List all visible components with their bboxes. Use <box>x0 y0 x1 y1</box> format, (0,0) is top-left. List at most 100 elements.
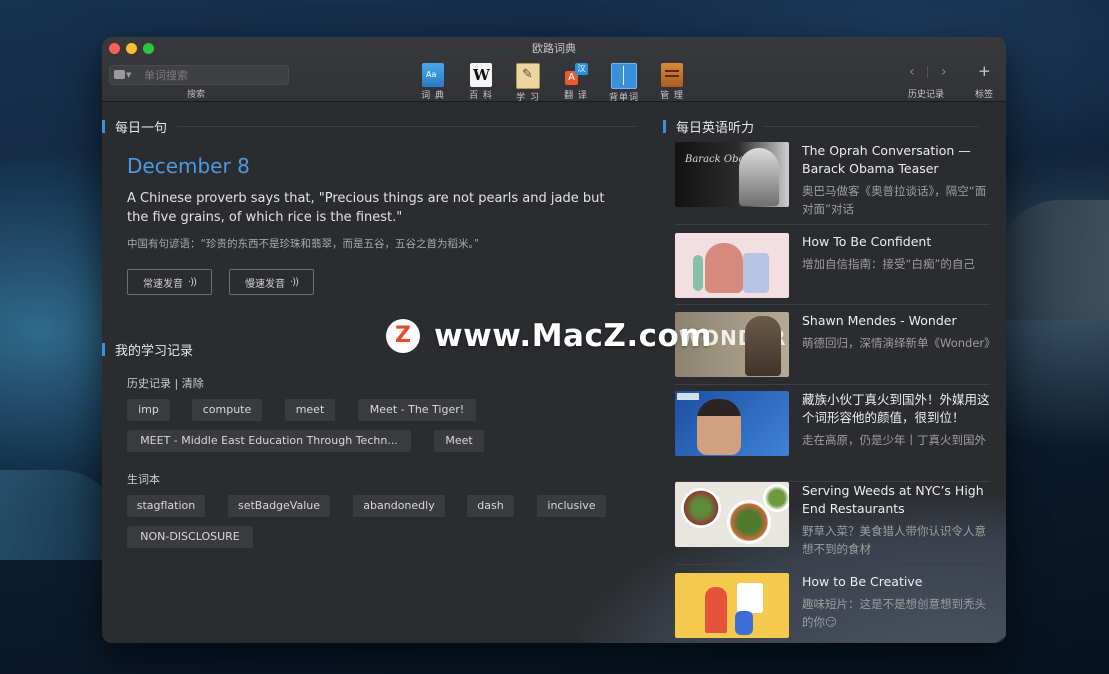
listening-subtitle: 奥巴马做客《奥普拉谈话》，隔空“面对面”对话 <box>802 184 987 216</box>
search-mode-dropdown[interactable]: ▼ <box>114 69 134 80</box>
portrait <box>697 399 741 455</box>
listening-title: How To Be Confident <box>802 234 932 249</box>
divider <box>675 304 990 305</box>
wikipedia-icon <box>470 63 492 87</box>
divider <box>675 384 990 385</box>
vocab-chip[interactable]: NON-DISCLOSURE <box>127 526 253 548</box>
section-title: 每日英语听力 <box>676 121 755 136</box>
listening-item[interactable]: WONDER Shawn Mendes - Wonder 萌德回归，深情演绎新单… <box>675 312 996 392</box>
translate-icon: A汉 <box>565 63 588 87</box>
watermark-text: www.MacZ.com <box>434 318 713 354</box>
site-watermark: Z www.MacZ.com <box>386 318 712 354</box>
history-chip[interactable]: Meet - The Tiger! <box>358 399 476 421</box>
listening-subtitle: 野草入菜？美食猎人带你认识令人意想不到的食材 <box>802 524 986 556</box>
daily-date: December 8 <box>127 154 250 178</box>
tool-dictionary[interactable]: 词 典 <box>415 63 451 101</box>
section-marker <box>102 120 105 133</box>
section-title: 每日一句 <box>115 121 168 136</box>
tool-wikipedia[interactable]: 百 科 <box>463 63 499 101</box>
vocabulary-icon <box>611 63 637 89</box>
tool-label: 翻 译 <box>564 91 588 101</box>
listening-title: The Oprah Conversation — Barack Obama Te… <box>802 143 971 176</box>
sound-icon: ·)) <box>188 276 197 288</box>
tool-label: 百 科 <box>469 91 493 101</box>
vocab-chip[interactable]: stagflation <box>127 495 205 517</box>
vocab-chip[interactable]: abandonedly <box>353 495 445 517</box>
add-tag-button[interactable]: + <box>978 62 991 80</box>
toolbar: 欧路词典 ▼ 搜索 词 典 百 科 学 习 A汉 翻 译 背单词 <box>102 37 1006 103</box>
tool-study[interactable]: 学 习 <box>510 63 546 103</box>
search-input[interactable] <box>144 66 284 84</box>
button-label: 常速发音 <box>143 278 183 290</box>
listening-item[interactable]: Serving Weeds at NYC’s High End Restaura… <box>675 482 990 565</box>
listening-title: 藏族小伙丁真火到国外！外媒用这个词形容他的颜值，很到位！ <box>802 392 990 425</box>
tool-vocabulary[interactable]: 背单词 <box>606 63 642 103</box>
thumbnail-image <box>675 391 789 456</box>
search-box: ▼ <box>109 65 289 85</box>
wallpaper-ridge <box>999 200 1109 320</box>
divider <box>764 126 980 127</box>
main-content: 每日一句 December 8 A Chinese proverb says t… <box>102 102 1006 643</box>
tags-caption: 标签 <box>975 90 994 100</box>
thumbnail-image: Barack Obama <box>675 142 789 207</box>
history-caption: 历史记录 <box>908 90 945 100</box>
chevron-down-icon: ▼ <box>126 70 132 79</box>
window-title: 欧路词典 <box>532 42 576 55</box>
portrait <box>739 148 779 206</box>
keyboard-icon <box>114 70 125 79</box>
listening-subtitle: 萌德回归，深情演绎新单《Wonder》 <box>802 336 996 350</box>
listening-subtitle: 走在高原，仍是少年丨丁真火到国外 <box>802 433 986 447</box>
listening-header: 每日英语听力 <box>663 117 980 136</box>
normal-speed-button[interactable]: 常速发音 ·)) <box>127 269 212 295</box>
back-button[interactable]: ‹ <box>909 64 915 80</box>
history-chip[interactable]: compute <box>192 399 262 421</box>
divider <box>675 224 990 225</box>
tool-label: 词 典 <box>421 91 445 101</box>
history-nav: ‹ › <box>903 64 953 80</box>
section-marker <box>663 120 666 133</box>
thumbnail-image <box>675 233 789 298</box>
thumbnail-image <box>675 482 789 547</box>
section-marker <box>102 343 105 356</box>
section-title: 我的学习记录 <box>115 344 194 359</box>
history-caption[interactable]: 历史记录 | 清除 <box>127 375 204 391</box>
divider <box>177 126 638 127</box>
daily-sentence-header: 每日一句 <box>102 117 638 136</box>
tool-manage[interactable]: 管 理 <box>654 63 690 101</box>
listening-title: Shawn Mendes - Wonder <box>802 313 957 328</box>
history-chip[interactable]: meet <box>285 399 335 421</box>
search-caption: 搜索 <box>187 90 206 100</box>
listening-title: Serving Weeds at NYC’s High End Restaura… <box>802 483 984 516</box>
watermark-logo: Z <box>386 319 420 353</box>
dictionary-icon <box>422 63 444 87</box>
vocab-chip[interactable]: inclusive <box>537 495 606 517</box>
slow-speed-button[interactable]: 慢速发音 ·)) <box>229 269 314 295</box>
button-label: 慢速发音 <box>245 278 285 290</box>
forward-button[interactable]: › <box>941 64 947 80</box>
listening-item[interactable]: 藏族小伙丁真火到国外！外媒用这个词形容他的颜值，很到位！ 走在高原，仍是少年丨丁… <box>675 391 990 482</box>
listening-subtitle: 增加自信指南：接受“白痴”的自己 <box>802 257 975 271</box>
listening-item[interactable]: How To Be Confident 增加自信指南：接受“白痴”的自己 <box>675 233 990 313</box>
listening-title: How to Be Creative <box>802 574 923 589</box>
tool-translate[interactable]: A汉 翻 译 <box>558 63 594 101</box>
listening-item[interactable]: Barack Obama The Oprah Conversation — Ba… <box>675 142 990 225</box>
study-records-header: 我的学习记录 <box>102 340 193 359</box>
sound-icon: ·)) <box>290 276 299 288</box>
portrait <box>745 316 781 376</box>
vocab-chip[interactable]: setBadgeValue <box>228 495 330 517</box>
divider <box>675 564 990 565</box>
listening-item[interactable]: How to Be Creative 趣味短片：这是不是想创意想到秃头的你😏 <box>675 573 990 643</box>
history-chip[interactable]: MEET - Middle East Education Through Tec… <box>127 430 411 452</box>
daily-quote-chinese: 中国有句谚语：“珍贵的东西不是珍珠和翡翠，而是五谷，五谷之首为稻米。” <box>127 238 480 250</box>
manage-icon <box>661 63 683 87</box>
history-chip[interactable]: imp <box>127 399 170 421</box>
divider <box>927 66 928 78</box>
history-chip[interactable]: Meet <box>434 430 484 452</box>
study-icon <box>516 63 540 89</box>
tool-label: 管 理 <box>660 91 684 101</box>
daily-quote-english: A Chinese proverb says that, "Precious t… <box>127 191 605 225</box>
thumbnail-image <box>675 573 789 638</box>
listening-subtitle: 趣味短片：这是不是想创意想到秃头的你😏 <box>802 597 986 629</box>
vocabulary-caption: 生词本 <box>127 473 160 486</box>
vocab-chip[interactable]: dash <box>467 495 514 517</box>
